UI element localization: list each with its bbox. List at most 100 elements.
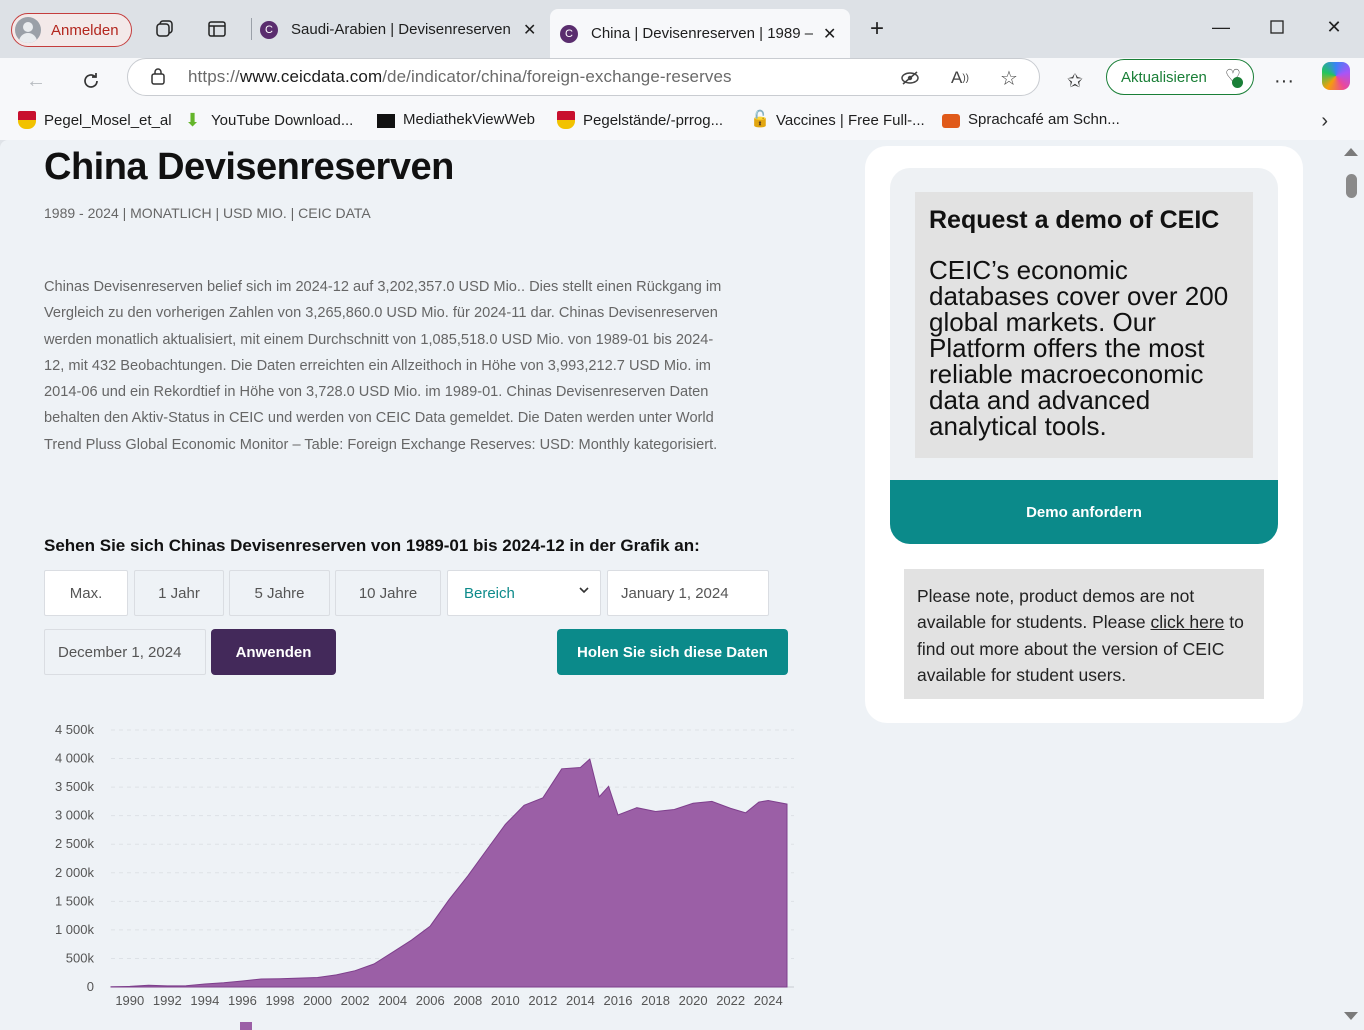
open-lock-icon: 🔓 bbox=[750, 111, 770, 128]
graph-heading: Sehen Sie sich Chinas Devisenreserven vo… bbox=[44, 536, 700, 555]
range-5-years-button[interactable]: 5 Jahre bbox=[229, 570, 330, 616]
close-tab-icon[interactable]: ✕ bbox=[823, 24, 836, 44]
x-tick-label: 2006 bbox=[416, 993, 445, 1008]
x-tick-label: 1996 bbox=[228, 993, 257, 1008]
bookmark-item[interactable]: 🔓 Vaccines | Free Full-... bbox=[750, 111, 925, 129]
x-tick-label: 2000 bbox=[303, 993, 332, 1008]
tracking-prevention-icon[interactable] bbox=[897, 65, 923, 91]
x-tick-label: 2018 bbox=[641, 993, 670, 1008]
x-tick-label: 1992 bbox=[153, 993, 182, 1008]
bookmark-label: Pegel_Mosel_et_al bbox=[44, 111, 172, 129]
update-label: Aktualisieren bbox=[1121, 68, 1207, 86]
student-note: Please note, product demos are not avail… bbox=[904, 569, 1264, 699]
url-bar[interactable]: https://www.ceicdata.com/de/indicator/ch… bbox=[127, 58, 1040, 96]
bookmark-item[interactable]: Sprachcafé am Schn... bbox=[942, 111, 1120, 128]
avatar-icon bbox=[15, 17, 41, 43]
lock-icon[interactable] bbox=[150, 67, 166, 90]
range-max-button[interactable]: Max. bbox=[44, 570, 128, 616]
bookmark-label: MediathekViewWeb bbox=[403, 111, 536, 128]
range-10-years-button[interactable]: 10 Jahre bbox=[335, 570, 441, 616]
x-tick-label: 2014 bbox=[566, 993, 595, 1008]
x-tick-label: 2004 bbox=[378, 993, 407, 1008]
more-menu-icon[interactable]: ··· bbox=[1269, 66, 1299, 96]
x-tick-label: 2022 bbox=[716, 993, 745, 1008]
title-bar: Anmelden C Saudi-Arabien | Devisenreserv… bbox=[0, 0, 1364, 58]
back-arrow-icon[interactable]: ← bbox=[21, 66, 51, 96]
x-tick-label: 2002 bbox=[341, 993, 370, 1008]
favorites-list-icon[interactable]: ✩ bbox=[1060, 66, 1090, 96]
x-tick-label: 1994 bbox=[190, 993, 219, 1008]
maximize-icon[interactable] bbox=[1262, 14, 1292, 40]
new-tab-plus-icon[interactable]: + bbox=[865, 15, 889, 42]
workspaces-icon[interactable] bbox=[153, 17, 177, 41]
x-tick-label: 1998 bbox=[266, 993, 295, 1008]
get-data-button[interactable]: Holen Sie sich diese Daten bbox=[557, 629, 788, 675]
download-arrow-icon: ⬇ bbox=[185, 110, 201, 130]
y-tick-label: 0 bbox=[87, 979, 94, 994]
request-demo-button[interactable]: Demo anfordern bbox=[890, 480, 1278, 544]
bookmark-label: Pegelstände/-prrog... bbox=[583, 111, 724, 129]
bookmark-item[interactable]: ⬇ YouTube Download... bbox=[185, 111, 353, 129]
y-tick-label: 1 500k bbox=[55, 893, 95, 908]
y-tick-label: 3 500k bbox=[55, 779, 95, 794]
demo-content: Request a demo of CEIC CEIC’s economic d… bbox=[915, 192, 1253, 458]
scroll-down-icon[interactable] bbox=[1344, 1012, 1358, 1020]
bookmark-label: Sprachcafé am Schn... bbox=[968, 111, 1120, 128]
demo-text: CEIC’s economic databases cover over 200… bbox=[929, 255, 1229, 441]
x-tick-label: 2010 bbox=[491, 993, 520, 1008]
ceic-favicon-icon: C bbox=[560, 24, 578, 43]
page-scrollbar[interactable] bbox=[1340, 140, 1364, 1030]
range-select-value: Bereich bbox=[464, 584, 515, 602]
chevron-down-icon bbox=[578, 583, 590, 599]
close-window-icon[interactable]: ✕ bbox=[1319, 14, 1349, 40]
x-tick-label: 2016 bbox=[604, 993, 633, 1008]
chevron-right-icon[interactable]: › bbox=[1321, 110, 1328, 133]
clapperboard-icon bbox=[377, 113, 395, 128]
page-title: China Devisenreserven bbox=[44, 146, 454, 188]
y-tick-label: 4 000k bbox=[55, 751, 95, 766]
page-description: Chinas Devisenreserven belief sich im 20… bbox=[44, 279, 722, 453]
apply-button[interactable]: Anwenden bbox=[211, 629, 336, 675]
demo-title: Request a demo of CEIC bbox=[929, 206, 1220, 234]
tab-title: China | Devisenreserven | 1989 – 2 bbox=[591, 25, 813, 42]
x-axis-ticks: 1990 1992 1994 1996 1998 2000 2002 2004 2006 2008… bbox=[115, 993, 782, 1008]
page-viewport: China Devisenreserven 1989 - 2024 | MONA… bbox=[0, 140, 1364, 1030]
tab-actions-icon[interactable] bbox=[205, 17, 229, 41]
y-tick-label: 4 500k bbox=[55, 722, 95, 737]
start-date-input[interactable]: January 1, 2024 bbox=[607, 570, 769, 616]
copilot-icon[interactable] bbox=[1322, 62, 1350, 90]
legend-swatch bbox=[240, 1022, 252, 1030]
end-date-input[interactable]: December 1, 2024 bbox=[44, 629, 206, 675]
bookmark-item[interactable]: MediathekViewWeb bbox=[377, 111, 535, 128]
coat-of-arms-icon bbox=[557, 111, 575, 129]
y-axis-ticks: 0 500k 1 000k 1 500k 2 000k 2 500k 3 000k 3 500… bbox=[55, 722, 95, 994]
y-tick-label: 2 500k bbox=[55, 836, 95, 851]
update-button[interactable]: Aktualisieren ♡ bbox=[1106, 59, 1254, 95]
read-aloud-icon[interactable]: A)) bbox=[947, 65, 973, 91]
url-text[interactable]: https://www.ceicdata.com/de/indicator/ch… bbox=[188, 67, 732, 87]
y-tick-label: 1 000k bbox=[55, 922, 95, 937]
scroll-up-icon[interactable] bbox=[1344, 148, 1358, 156]
tab-saudi-arabia[interactable]: C Saudi-Arabien | Devisenreserven | 1 ✕ bbox=[250, 9, 550, 50]
range-select[interactable]: Bereich bbox=[447, 570, 601, 616]
y-tick-label: 3 000k bbox=[55, 808, 95, 823]
tab-china-active[interactable]: C China | Devisenreserven | 1989 – 2 ✕ bbox=[550, 9, 850, 58]
close-tab-icon[interactable]: ✕ bbox=[523, 20, 536, 40]
range-1-year-button[interactable]: 1 Jahr bbox=[134, 570, 224, 616]
scroll-thumb[interactable] bbox=[1346, 174, 1357, 198]
x-tick-label: 2024 bbox=[754, 993, 783, 1008]
signin-button[interactable]: Anmelden bbox=[11, 13, 132, 47]
ceic-favicon-icon: C bbox=[260, 20, 278, 39]
favorite-star-icon[interactable]: ☆ bbox=[996, 65, 1022, 91]
bookmark-label: YouTube Download... bbox=[211, 111, 354, 129]
reload-icon[interactable] bbox=[76, 66, 106, 96]
chat-icon bbox=[942, 113, 960, 128]
minimize-icon[interactable]: — bbox=[1206, 14, 1236, 40]
x-tick-label: 2012 bbox=[528, 993, 557, 1008]
bookmark-item[interactable]: Pegelstände/-prrog... bbox=[557, 111, 723, 129]
demo-box: Request a demo of CEIC CEIC’s economic d… bbox=[890, 168, 1278, 544]
demo-card: Request a demo of CEIC CEIC’s economic d… bbox=[865, 146, 1303, 723]
click-here-link[interactable]: click here bbox=[1150, 612, 1224, 632]
signin-label: Anmelden bbox=[51, 21, 119, 39]
bookmark-item[interactable]: Pegel_Mosel_et_al bbox=[18, 111, 172, 129]
